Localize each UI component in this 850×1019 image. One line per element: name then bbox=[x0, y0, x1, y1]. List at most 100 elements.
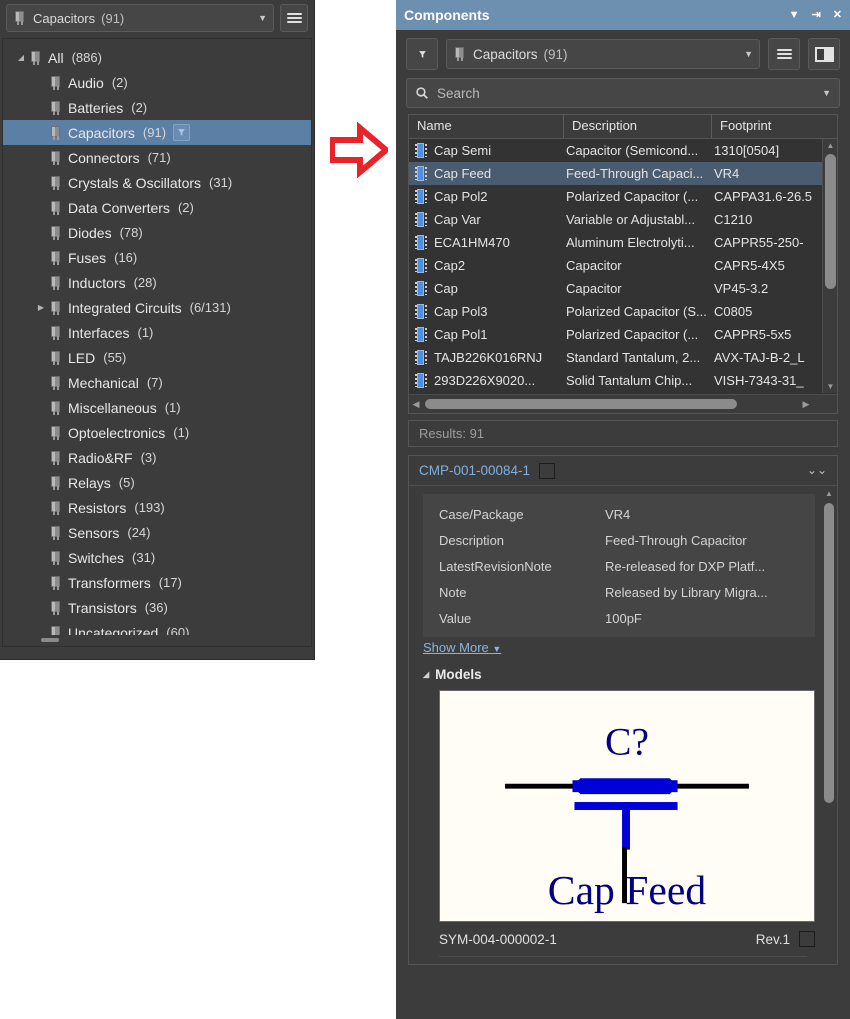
column-header-footprint[interactable]: Footprint bbox=[712, 115, 837, 138]
layout-toggle-button[interactable] bbox=[808, 38, 840, 70]
component-chip-icon bbox=[29, 50, 43, 65]
tree-item-connectors[interactable]: Connectors (71) bbox=[3, 145, 311, 170]
triangle-down-icon[interactable]: ◢ bbox=[13, 53, 29, 62]
table-body[interactable]: Cap Semi Capacitor (Semicond... 1310[0504]… bbox=[409, 139, 822, 393]
tree-item-transformers[interactable]: Transformers (17) bbox=[3, 570, 311, 595]
chevron-down-icon[interactable]: ▼ bbox=[789, 9, 800, 21]
category-combo-right[interactable]: Capacitors (91) ▼ bbox=[446, 39, 760, 69]
scrollbar-thumb[interactable] bbox=[41, 638, 59, 642]
tree-item-fuses[interactable]: Fuses (16) bbox=[3, 245, 311, 270]
filter-button[interactable] bbox=[406, 38, 438, 70]
table-horizontal-scrollbar[interactable]: ◀ ▶ bbox=[409, 394, 837, 413]
cell-name: Cap Pol1 bbox=[409, 327, 564, 342]
cell-description: Aluminum Electrolyti... bbox=[566, 235, 695, 250]
search-icon bbox=[416, 87, 428, 99]
double-chevron-down-icon[interactable]: ⌄⌄ bbox=[807, 464, 827, 476]
tree-item-capacitors[interactable]: Capacitors (91) bbox=[3, 120, 311, 145]
scroll-up-arrow-icon[interactable]: ▲ bbox=[823, 139, 837, 152]
funnel-icon[interactable] bbox=[173, 124, 191, 141]
scroll-left-arrow-icon[interactable]: ◀ bbox=[409, 395, 423, 413]
tree-item-crystals-oscillators[interactable]: Crystals & Oscillators (31) bbox=[3, 170, 311, 195]
cell-name-text: 293D226X9020... bbox=[434, 373, 536, 388]
close-icon[interactable]: ✕ bbox=[833, 9, 842, 21]
table-row[interactable]: TAJB226K016RNJ Standard Tantalum, 2... AVX… bbox=[409, 346, 822, 369]
tree-horizontal-scrollbar[interactable] bbox=[5, 635, 309, 645]
table-row[interactable]: Cap Feed Feed-Through Capaci... VR4 bbox=[409, 162, 822, 185]
cell-name: Cap bbox=[409, 281, 564, 296]
tree-item-inductors[interactable]: Inductors (28) bbox=[3, 270, 311, 295]
table-vertical-scrollbar[interactable]: ▲ ▼ bbox=[822, 139, 837, 393]
tree-item-sensors[interactable]: Sensors (24) bbox=[3, 520, 311, 545]
component-chip-icon bbox=[49, 350, 63, 365]
tree-item-relays[interactable]: Relays (5) bbox=[3, 470, 311, 495]
capacitor-icon bbox=[415, 350, 428, 365]
detail-vertical-scrollbar[interactable]: ▲ bbox=[822, 487, 836, 963]
column-header-description[interactable]: Description bbox=[564, 115, 712, 138]
tree-item-transistors[interactable]: Transistors (36) bbox=[3, 595, 311, 620]
components-panel: Components ▼ ⇥ ✕ Capacitors (91) ▼ Searc… bbox=[396, 0, 850, 1019]
tree-item-count: (71) bbox=[147, 150, 171, 165]
show-more-button[interactable]: Show More ▼ bbox=[409, 640, 837, 655]
tree-item-batteries[interactable]: Batteries (2) bbox=[3, 95, 311, 120]
components-menu-button[interactable] bbox=[768, 38, 800, 70]
table-row[interactable]: Cap Pol3 Polarized Capacitor (S... C0805 bbox=[409, 300, 822, 323]
tree-item-count: (886) bbox=[71, 50, 102, 65]
scrollbar-thumb[interactable] bbox=[825, 154, 836, 289]
chevron-down-icon[interactable]: ▼ bbox=[822, 88, 831, 98]
table-row[interactable]: ECA1HM470 Aluminum Electrolyti... CAPPR55-… bbox=[409, 231, 822, 254]
tree-item-interfaces[interactable]: Interfaces (1) bbox=[3, 320, 311, 345]
tree-item-mechanical[interactable]: Mechanical (7) bbox=[3, 370, 311, 395]
symbol-preview[interactable]: C? Cap Feed bbox=[439, 690, 815, 922]
models-section-header[interactable]: ◢ Models bbox=[423, 667, 837, 682]
scroll-up-arrow-icon[interactable]: ▲ bbox=[822, 489, 836, 498]
property-row: Case/Package VR4 bbox=[423, 501, 815, 527]
tree-item-label: Connectors bbox=[68, 149, 140, 166]
symbol-model-id[interactable]: SYM-004-000002-1 bbox=[439, 932, 557, 947]
table-row[interactable]: Cap Pol1 Polarized Capacitor (... CAPPR5-5… bbox=[409, 323, 822, 346]
table-row[interactable]: Cap2 Capacitor CAPR5-4X5 bbox=[409, 254, 822, 277]
tree-item-miscellaneous[interactable]: Miscellaneous (1) bbox=[3, 395, 311, 420]
table-row[interactable]: Cap Semi Capacitor (Semicond... 1310[0504] bbox=[409, 139, 822, 162]
tree-item-diodes[interactable]: Diodes (78) bbox=[3, 220, 311, 245]
tree-item-data-converters[interactable]: Data Converters (2) bbox=[3, 195, 311, 220]
table-row[interactable]: Cap Pol2 Polarized Capacitor (... CAPPA31.… bbox=[409, 185, 822, 208]
tree-item-resistors[interactable]: Resistors (193) bbox=[3, 495, 311, 520]
component-chip-icon bbox=[49, 275, 63, 290]
tree-item-all[interactable]: ◢ All (886) bbox=[3, 45, 311, 70]
property-key: Value bbox=[439, 610, 472, 626]
cell-name: TAJB226K016RNJ bbox=[409, 350, 564, 365]
column-header-name[interactable]: Name bbox=[409, 115, 564, 138]
cell-footprint: CAPR5-4X5 bbox=[714, 258, 785, 273]
tree-item-optoelectronics[interactable]: Optoelectronics (1) bbox=[3, 420, 311, 445]
component-revision-checkbox[interactable] bbox=[539, 462, 556, 479]
component-id-link[interactable]: CMP-001-00084-1 bbox=[419, 463, 530, 478]
table-row[interactable]: 293D226X9020... Solid Tantalum Chip... VIS… bbox=[409, 369, 822, 392]
scroll-down-arrow-icon[interactable]: ▼ bbox=[823, 380, 837, 393]
category-combo-left[interactable]: Capacitors (91) ▼ bbox=[6, 4, 274, 32]
tree-item-audio[interactable]: Audio (2) bbox=[3, 70, 311, 95]
table-row[interactable]: Cap Var Variable or Adjustabl... C1210 bbox=[409, 208, 822, 231]
category-tree[interactable]: ◢ All (886) Audio (2) Batteries (2) Capacito… bbox=[2, 38, 312, 647]
tree-item-switches[interactable]: Switches (31) bbox=[3, 545, 311, 570]
cell-name-text: Cap Semi bbox=[434, 143, 492, 158]
scrollbar-thumb[interactable] bbox=[824, 503, 834, 803]
pin-icon[interactable]: ⇥ bbox=[812, 9, 821, 21]
table-row[interactable]: Cap Capacitor VP45-3.2 bbox=[409, 277, 822, 300]
tree-item-integrated-circuits[interactable]: ▶ Integrated Circuits (6/131) bbox=[3, 295, 311, 320]
funnel-icon bbox=[418, 50, 426, 58]
tree-item-label: Inductors bbox=[68, 274, 126, 291]
categories-menu-button[interactable] bbox=[280, 4, 308, 32]
triangle-right-icon[interactable]: ▶ bbox=[33, 303, 49, 312]
scroll-right-arrow-icon[interactable]: ▶ bbox=[799, 395, 813, 413]
tree-item-radio-rf[interactable]: Radio&RF (3) bbox=[3, 445, 311, 470]
cell-name-text: ECA1HM470 bbox=[434, 235, 510, 250]
tree-item-led[interactable]: LED (55) bbox=[3, 345, 311, 370]
symbol-revision-checkbox[interactable] bbox=[799, 931, 815, 947]
scrollbar-thumb[interactable] bbox=[425, 399, 737, 409]
table-row[interactable]: T491D476K016ATTantalum Surface Mo...KEMT… bbox=[409, 392, 822, 393]
search-input[interactable]: Search ▼ bbox=[406, 78, 840, 108]
cell-footprint: AVX-TAJ-B-2_L bbox=[714, 350, 805, 365]
